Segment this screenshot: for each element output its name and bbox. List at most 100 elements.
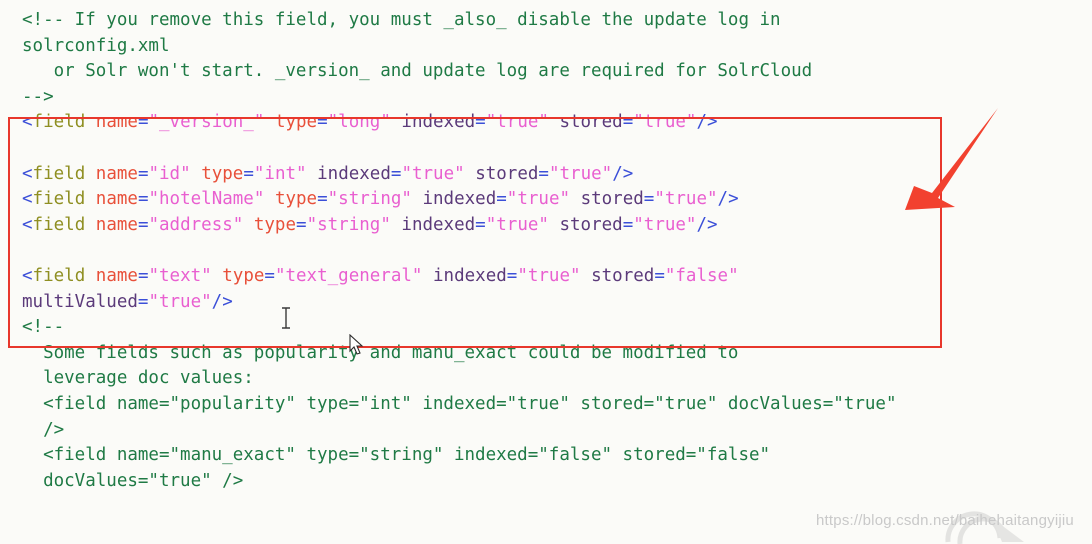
code-line[interactable]: /> <box>0 418 1092 444</box>
xml-attribute-value: "true" <box>506 189 571 210</box>
xml-attribute-value: "true" <box>485 214 549 235</box>
xml-attribute-equals: = <box>475 112 486 133</box>
tag-close-bracket: /> <box>717 189 739 210</box>
code-line[interactable]: solrconfig.xml <box>0 34 1092 60</box>
xml-attribute-value: "text" <box>148 265 212 286</box>
code-line[interactable]: <field name="hotelName" type="string" in… <box>0 187 1092 213</box>
xml-attribute-name: type <box>222 265 265 286</box>
tag-open-bracket: < <box>22 265 33 286</box>
code-text-area[interactable]: <!-- If you remove this field, you must … <box>0 8 1092 494</box>
tag-close-bracket: /> <box>696 112 718 133</box>
xml-attribute-value: "hotelName" <box>148 189 265 210</box>
xml-tag-name: field <box>32 265 86 286</box>
xml-comment-text: docValues="true" /> <box>22 470 244 491</box>
xml-attribute-equals: = <box>317 112 328 133</box>
xml-attribute-value: "true" <box>548 163 613 184</box>
xml-attribute-name: stored <box>580 189 644 210</box>
tag-open-bracket: < <box>22 189 33 210</box>
xml-attribute-value: "text_general" <box>274 265 423 286</box>
xml-attribute-name: name <box>95 214 138 235</box>
xml-comment-text: <field name="manu_exact" type="string" i… <box>22 445 771 466</box>
xml-attribute-value: "_version_" <box>148 112 265 133</box>
xml-comment-text: <!-- If you remove this field, you must … <box>22 10 781 30</box>
code-line[interactable]: <field name="manu_exact" type="string" i… <box>0 443 1092 469</box>
xml-attribute-equals: = <box>654 265 665 286</box>
xml-attribute-name: stored <box>475 163 539 184</box>
code-line[interactable] <box>0 136 1092 162</box>
xml-attribute-equals: = <box>475 214 486 235</box>
xml-attribute-value: "long" <box>327 112 391 133</box>
tag-close-bracket: /> <box>696 214 718 235</box>
xml-attribute-equals: = <box>137 112 149 133</box>
tag-open-bracket: < <box>22 214 33 235</box>
xml-tag-name: field <box>32 163 86 184</box>
xml-attribute-equals: = <box>137 163 149 184</box>
xml-attribute-value: "false" <box>664 265 739 286</box>
code-line[interactable]: <field name="address" type="string" inde… <box>0 213 1092 239</box>
xml-comment-text: --> <box>22 86 54 107</box>
xml-attribute-equals: = <box>506 265 518 286</box>
xml-attribute-name: type <box>274 112 318 133</box>
xml-attribute-name: name <box>95 163 138 184</box>
xml-attribute-equals: = <box>622 214 634 235</box>
xml-attribute-equals: = <box>538 163 549 184</box>
xml-attribute-value: "true" <box>485 112 549 133</box>
code-line[interactable]: Some fields such as popularity and manu_… <box>0 341 1092 367</box>
xml-attribute-name: indexed <box>433 265 507 286</box>
xml-comment-text: <field name="popularity" type="int" inde… <box>22 393 897 414</box>
xml-attribute-name: type <box>274 189 318 210</box>
xml-attribute-value: "string" <box>327 189 412 210</box>
watermark-url: https://blog.csdn.net/baihehaitangyijiu <box>816 512 1074 529</box>
code-line[interactable]: <!-- If you remove this field, you must … <box>0 8 1092 34</box>
xml-attribute-name: multiValued <box>22 291 138 312</box>
code-line[interactable] <box>0 238 1092 264</box>
xml-attribute-equals: = <box>622 112 634 133</box>
xml-attribute-name: indexed <box>422 189 497 210</box>
xml-attribute-equals: = <box>390 163 402 184</box>
xml-attribute-name: indexed <box>401 112 476 133</box>
code-line[interactable]: <field name="popularity" type="int" inde… <box>0 392 1092 418</box>
xml-comment-text: leverage doc values: <box>22 368 254 389</box>
xml-attribute-value: "address" <box>148 214 244 235</box>
xml-comment-text: solrconfig.xml <box>22 35 170 56</box>
xml-comment-text: <!-- <box>22 317 65 338</box>
code-line[interactable]: <!-- <box>0 315 1092 341</box>
xml-attribute-equals: = <box>137 291 149 312</box>
xml-attribute-value: "true" <box>654 189 718 210</box>
code-line[interactable]: <field name="text" type="text_general" i… <box>0 264 1092 290</box>
xml-attribute-name: indexed <box>317 163 391 184</box>
code-line[interactable]: multiValued="true"/> <box>0 290 1092 316</box>
xml-comment-text: Some fields such as popularity and manu_… <box>22 342 739 363</box>
code-line[interactable]: --> <box>0 85 1092 111</box>
xml-attribute-name: stored <box>559 112 623 133</box>
xml-attribute-name: type <box>201 163 244 184</box>
xml-attribute-value: "int" <box>253 163 307 184</box>
tag-open-bracket: < <box>22 112 33 133</box>
xml-attribute-name: stored <box>591 265 655 286</box>
xml-attribute-equals: = <box>296 214 307 235</box>
xml-attribute-equals: = <box>643 189 655 210</box>
xml-attribute-name: indexed <box>401 214 476 235</box>
xml-tag-name: field <box>32 112 86 133</box>
xml-tag-name: field <box>32 189 86 210</box>
xml-attribute-value: "id" <box>148 163 191 184</box>
xml-comment-text: /> <box>22 419 65 440</box>
xml-attribute-value: "true" <box>401 163 465 184</box>
xml-attribute-equals: = <box>243 163 254 184</box>
xml-attribute-equals: = <box>317 189 328 210</box>
code-line[interactable]: docValues="true" /> <box>0 469 1092 495</box>
xml-attribute-value: "string" <box>306 214 391 235</box>
xml-attribute-value: "true" <box>633 112 697 133</box>
xml-attribute-value: "true" <box>633 214 697 235</box>
code-editor-pane[interactable]: <!-- If you remove this field, you must … <box>0 0 1092 544</box>
xml-attribute-equals: = <box>137 214 149 235</box>
code-line[interactable]: or Solr won't start. _version_ and updat… <box>0 59 1092 85</box>
xml-attribute-value: "true" <box>517 265 581 286</box>
xml-attribute-equals: = <box>496 189 507 210</box>
code-line[interactable]: <field name="id" type="int" indexed="tru… <box>0 162 1092 188</box>
xml-attribute-equals: = <box>137 189 149 210</box>
code-line[interactable]: <field name="_version_" type="long" inde… <box>0 110 1092 136</box>
xml-attribute-name: type <box>253 214 297 235</box>
xml-comment-text: or Solr won't start. _version_ and updat… <box>22 61 813 82</box>
code-line[interactable]: leverage doc values: <box>0 366 1092 392</box>
